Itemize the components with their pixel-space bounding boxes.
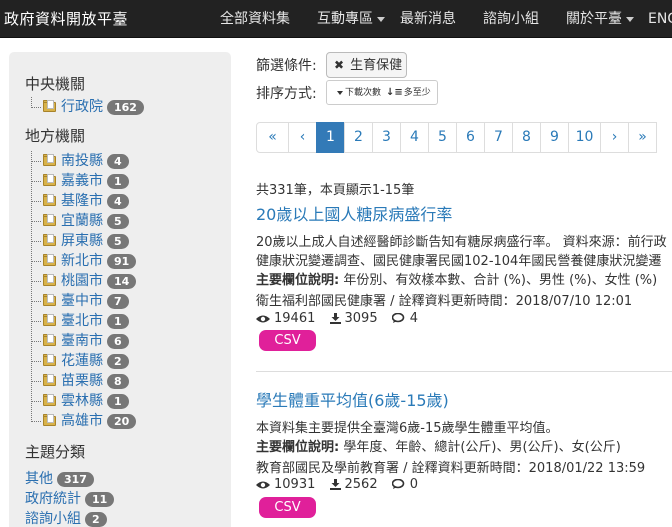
folder-icon: [43, 314, 56, 326]
page-5-button[interactable]: 5: [428, 122, 457, 153]
chevron-down-icon: [626, 16, 634, 22]
folder-icon: [43, 254, 56, 266]
count-badge: 5: [107, 213, 129, 229]
view-count: 10931: [274, 477, 316, 492]
count-badge: 1: [107, 393, 129, 409]
nav-advisory-group[interactable]: 諮詢小組: [483, 0, 539, 38]
folder-icon: [43, 334, 56, 346]
dataset-fields: 主要欄位說明: 學年度、年齡、總計(公斤)、男(公斤)、女(公斤): [256, 440, 621, 455]
page-7-button[interactable]: 7: [484, 122, 513, 153]
page-4-button[interactable]: 4: [400, 122, 429, 153]
folder-icon: [43, 194, 56, 206]
dataset-description: 本資料集主要提供全臺灣6歲-15歲學生體重平均值。: [256, 421, 559, 436]
folder-icon: [43, 414, 56, 426]
count-badge: 6: [107, 333, 129, 349]
result-divider: [256, 371, 672, 372]
comment-count: 0: [409, 477, 419, 492]
nav-interactive[interactable]: 互動專區: [317, 0, 385, 38]
chevron-down-icon: [377, 16, 385, 22]
page-6-button[interactable]: 6: [456, 122, 485, 153]
count-badge: 11: [85, 491, 115, 507]
count-badge: 1: [107, 313, 129, 329]
dataset-stats: 19461 3095 4: [256, 311, 428, 326]
sort-label: 排序方式:: [256, 86, 317, 102]
count-badge: 2: [85, 511, 107, 527]
count-badge: 317: [57, 471, 94, 487]
caret-down-icon: [337, 90, 343, 95]
page-first-button[interactable]: «: [256, 122, 289, 153]
dataset-stats: 10931 2562 0: [256, 477, 428, 492]
result-summary: 共331筆，本頁顯示1-15筆: [256, 183, 415, 198]
download-count: 2562: [344, 477, 378, 492]
top-navbar: 政府資料開放平臺 全部資料集 互動專區 最新消息 諮詢小組 關於平臺 ENG: [0, 0, 672, 38]
page-9-button[interactable]: 9: [540, 122, 569, 153]
download-count: 3095: [344, 311, 378, 326]
sort-dropdown[interactable]: 下載次數 ↓≡多至少: [326, 80, 438, 105]
eye-icon: [256, 481, 270, 489]
page-3-button[interactable]: 3: [372, 122, 401, 153]
csv-format-button[interactable]: CSV: [259, 330, 316, 351]
count-badge: 8: [107, 373, 129, 389]
pagination: « ‹ 1 2 3 4 5 6 7 8 9 10 › »: [256, 122, 657, 153]
close-icon: ✖: [334, 58, 345, 72]
filter-tag-remove-button[interactable]: ✖ 生育保健: [326, 52, 407, 78]
dataset-description: 健康狀況變遷調查、國民健康署民國102-104年國民營養健康狀況變遷: [256, 254, 662, 269]
comment-count: 4: [409, 311, 419, 326]
folder-icon: [43, 354, 56, 366]
dataset-fields: 主要欄位說明: 年份別、有效樣本數、合計 (%)、男性 (%)、女性 (%): [256, 273, 658, 288]
folder-icon: [43, 100, 56, 112]
local-agencies-title: 地方機關: [25, 127, 86, 145]
page-prev-button[interactable]: ‹: [288, 122, 317, 153]
folder-icon: [43, 374, 56, 386]
download-icon: [329, 479, 341, 490]
page-next-button[interactable]: ›: [600, 122, 629, 153]
count-badge: 14: [107, 273, 137, 289]
count-badge: 5: [107, 233, 129, 249]
nav-news[interactable]: 最新消息: [400, 0, 456, 38]
sort-descending-icon: ↓≡: [386, 87, 403, 98]
folder-icon: [43, 174, 56, 186]
count-badge: 91: [107, 253, 137, 269]
count-badge: 4: [107, 153, 129, 169]
folder-icon: [43, 294, 56, 306]
folder-icon: [43, 154, 56, 166]
folder-icon: [43, 234, 56, 246]
count-badge: 1: [107, 173, 129, 189]
count-badge: 2: [107, 353, 129, 369]
dataset-title-link[interactable]: 20歲以上國人糖尿病盛行率: [256, 201, 452, 225]
dataset-title-link[interactable]: 學生體重平均值(6歲-15歲): [256, 387, 449, 411]
csv-format-button[interactable]: CSV: [259, 497, 316, 518]
comments-icon: [391, 478, 405, 489]
topic-advisory-group[interactable]: 諮詢小組 2: [25, 508, 107, 527]
count-badge: 4: [107, 193, 129, 209]
dataset-source: 衛生福利部國民健康署 / 詮釋資料更新時間：2018/07/10 12:01: [256, 294, 633, 309]
eye-icon: [256, 315, 270, 323]
view-count: 19461: [274, 311, 316, 326]
folder-icon: [43, 214, 56, 226]
page-last-button[interactable]: »: [628, 122, 657, 153]
nav-all-datasets[interactable]: 全部資料集: [220, 0, 290, 38]
count-badge: 162: [107, 99, 144, 115]
filter-label: 篩選條件:: [256, 58, 317, 74]
count-badge: 7: [107, 293, 129, 309]
central-agencies-title: 中央機關: [25, 75, 86, 93]
dataset-source: 教育部國民及學前教育署 / 詮釋資料更新時間：2018/01/22 13:59: [256, 461, 646, 476]
page-8-button[interactable]: 8: [512, 122, 541, 153]
download-icon: [329, 313, 341, 324]
count-badge: 20: [107, 413, 137, 429]
dataset-description: 20歲以上成人自述經醫師診斷告知有糖尿病盛行率。 資料來源：前行政: [256, 235, 667, 250]
comments-icon: [391, 312, 405, 323]
folder-icon: [43, 274, 56, 286]
page-2-button[interactable]: 2: [344, 122, 373, 153]
topics-title: 主題分類: [25, 443, 86, 461]
page-1-button[interactable]: 1: [316, 122, 345, 153]
topic-other[interactable]: 其他 317: [25, 468, 94, 488]
topic-government-statistics[interactable]: 政府統計 11: [25, 488, 115, 508]
site-brand[interactable]: 政府資料開放平臺: [4, 0, 128, 38]
nav-about[interactable]: 關於平臺: [566, 0, 634, 38]
sidebar: 中央機關 行政院 162 地方機關 南投縣 4 嘉義市 1 基隆市 4 宜蘭縣 5 屏東縣 5 新北市…: [9, 52, 231, 527]
page-10-button[interactable]: 10: [568, 122, 601, 153]
folder-icon: [43, 394, 56, 406]
nav-english[interactable]: ENG: [648, 0, 672, 38]
